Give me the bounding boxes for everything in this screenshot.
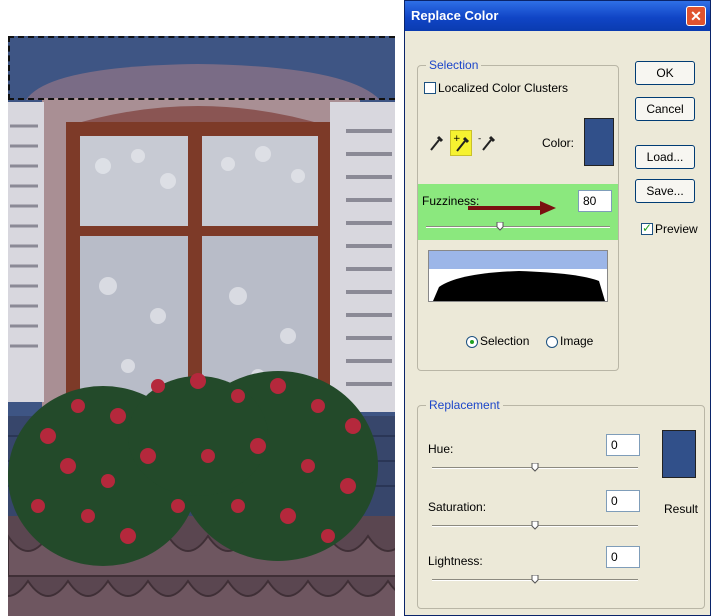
selection-group: Selection Localized Color Clusters + - C… xyxy=(417,58,619,371)
dialog-titlebar[interactable]: Replace Color ✕ xyxy=(405,1,710,31)
selection-radio-label: Selection xyxy=(480,334,530,348)
fuzziness-slider-thumb[interactable] xyxy=(496,222,504,231)
result-color-swatch[interactable] xyxy=(662,430,696,478)
saturation-label: Saturation: xyxy=(428,500,487,514)
selection-group-label: Selection xyxy=(426,58,482,72)
hue-input[interactable]: 0 xyxy=(606,434,640,456)
localized-clusters-label: Localized Color Clusters xyxy=(438,81,569,95)
preview-label: Preview xyxy=(655,222,698,236)
replace-color-dialog: Replace Color ✕ Selection Localized Colo… xyxy=(404,0,711,616)
dialog-title: Replace Color xyxy=(411,8,499,23)
close-icon: ✕ xyxy=(690,8,702,24)
source-image-canvas[interactable] xyxy=(8,36,395,616)
save-button[interactable]: Save... xyxy=(635,179,695,203)
localized-clusters-checkbox[interactable] xyxy=(424,82,436,94)
image-radio[interactable] xyxy=(546,336,558,348)
result-label: Result xyxy=(664,502,699,516)
annotation-arrow-icon xyxy=(468,201,556,215)
lightness-input[interactable]: 0 xyxy=(606,546,640,568)
lightness-slider-thumb[interactable] xyxy=(531,575,539,584)
svg-text:+: + xyxy=(453,134,461,144)
load-button[interactable]: Load... xyxy=(635,145,695,169)
svg-text:-: - xyxy=(478,134,481,144)
hue-slider-thumb[interactable] xyxy=(531,463,539,472)
image-radio-label: Image xyxy=(560,334,594,348)
replacement-group-label: Replacement xyxy=(426,398,503,412)
preview-checkbox[interactable] xyxy=(641,221,653,235)
window-photo xyxy=(8,36,395,616)
selection-radio[interactable] xyxy=(466,336,478,348)
close-button[interactable]: ✕ xyxy=(686,6,706,26)
fuzziness-track[interactable] xyxy=(426,226,610,228)
color-label: Color: xyxy=(542,136,575,150)
eyedropper-minus-icon[interactable]: - xyxy=(478,132,498,154)
selection-preview xyxy=(428,250,608,302)
cancel-button[interactable]: Cancel xyxy=(635,97,695,121)
fuzziness-input[interactable]: 80 xyxy=(578,190,612,212)
hue-label: Hue: xyxy=(428,442,454,456)
eyedropper-plus-icon[interactable]: + xyxy=(450,130,472,156)
replacement-group: Replacement Hue: 0 Result Saturation: 0 … xyxy=(417,398,705,609)
lightness-label: Lightness: xyxy=(428,554,483,568)
eyedropper-icon[interactable] xyxy=(426,132,446,154)
saturation-slider-thumb[interactable] xyxy=(531,521,539,530)
selection-color-swatch[interactable] xyxy=(584,118,614,166)
ok-button[interactable]: OK xyxy=(635,61,695,85)
saturation-input[interactable]: 0 xyxy=(606,490,640,512)
